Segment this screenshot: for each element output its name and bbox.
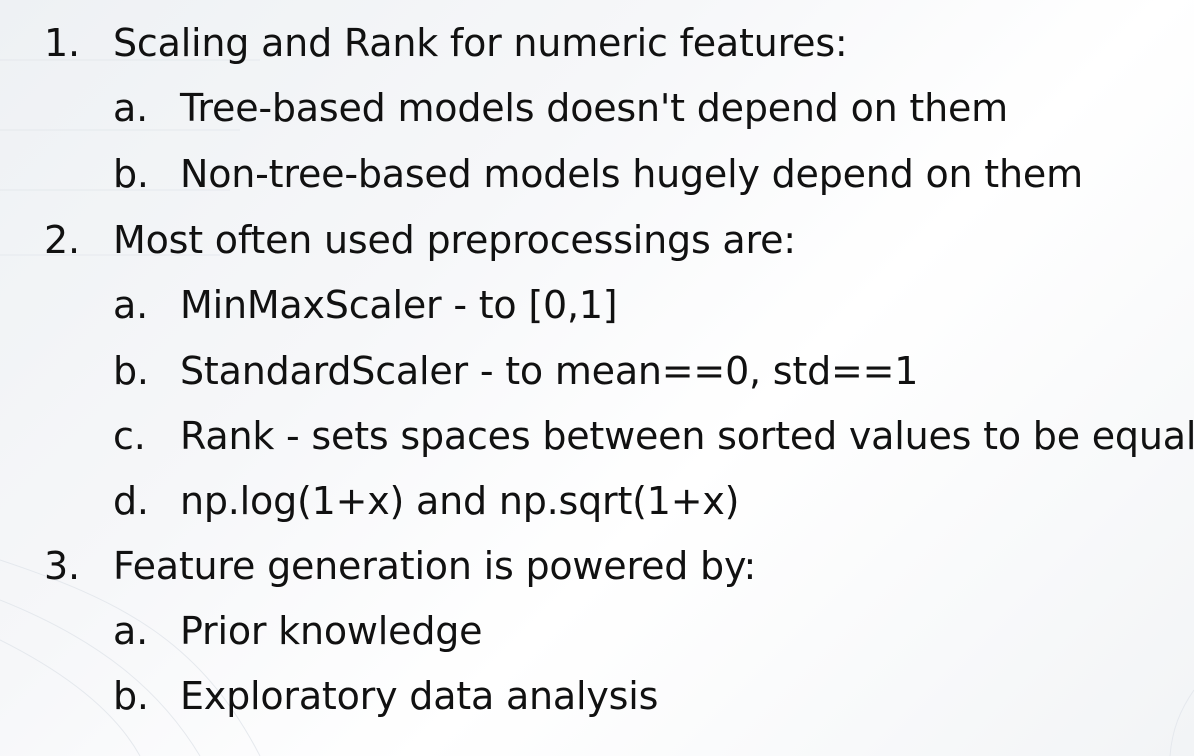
list-letter: d. bbox=[113, 479, 149, 523]
list-letter: b. bbox=[113, 152, 149, 196]
list-item-text: StandardScaler - to mean==0, std==1 bbox=[180, 349, 919, 393]
list-item-text: MinMaxScaler - to [0,1] bbox=[180, 283, 618, 327]
slide-content: 1. Scaling and Rank for numeric features… bbox=[0, 0, 1194, 756]
list-letter: b. bbox=[113, 349, 149, 393]
list-number: 1. bbox=[44, 21, 80, 65]
list-letter: c. bbox=[113, 414, 146, 458]
list-letter: a. bbox=[113, 609, 148, 653]
list-item-text: Tree-based models doesn't depend on them bbox=[180, 86, 1009, 130]
list-item-level2: b. Exploratory data analysis bbox=[113, 677, 1188, 725]
list-item-text: Prior knowledge bbox=[180, 609, 483, 653]
list-number: 2. bbox=[44, 218, 80, 262]
list-item-level2: a. Prior knowledge bbox=[113, 612, 1188, 660]
list-item-level2: c. Rank - sets spaces between sorted val… bbox=[113, 414, 1194, 465]
list-item-level2: a. MinMaxScaler - to [0,1] bbox=[113, 286, 1188, 334]
list-letter: a. bbox=[113, 86, 148, 130]
list-item-level1: 1. Scaling and Rank for numeric features… bbox=[44, 24, 1184, 72]
list-item-level2: a. Tree-based models doesn't depend on t… bbox=[113, 89, 1188, 137]
list-item-text: Most often used preprocessings are: bbox=[113, 218, 796, 262]
list-item-text: Non-tree-based models hugely depend on t… bbox=[180, 152, 1083, 196]
list-letter: b. bbox=[113, 674, 149, 718]
list-letter: a. bbox=[113, 283, 148, 327]
list-item-level1: 2. Most often used preprocessings are: bbox=[44, 221, 1184, 269]
list-item-level2: b. StandardScaler - to mean==0, std==1 bbox=[113, 352, 1188, 400]
list-number: 3. bbox=[44, 544, 80, 588]
list-item-text: Rank - sets spaces between sorted values… bbox=[180, 414, 1194, 458]
list-item-level1: 3. Feature generation is powered by: bbox=[44, 547, 1184, 595]
list-item-text: Exploratory data analysis bbox=[180, 674, 659, 718]
list-item-level2: b. Non-tree-based models hugely depend o… bbox=[113, 155, 1188, 203]
list-item-level2: d. np.log(1+x) and np.sqrt(1+x) bbox=[113, 482, 1188, 530]
list-item-text: Scaling and Rank for numeric features: bbox=[113, 21, 848, 65]
list-item-text: np.log(1+x) and np.sqrt(1+x) bbox=[180, 479, 740, 523]
list-item-text: Feature generation is powered by: bbox=[113, 544, 757, 588]
